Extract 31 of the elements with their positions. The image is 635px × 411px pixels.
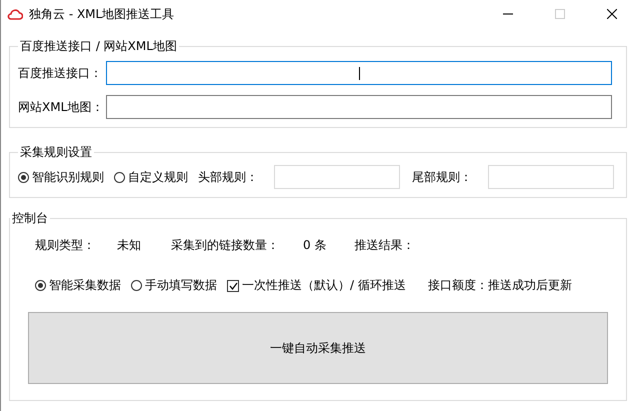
option-label: 自定义规则 [128,168,188,186]
text-cursor [358,66,360,80]
field-label: 尾部规则： [412,168,473,186]
option-label: 智能识别规则 [32,168,104,186]
stat-value: 0 条 [303,236,326,254]
radio-button[interactable] [114,172,125,182]
input-field[interactable] [106,95,612,119]
group-title: 采集规则设置 [19,144,93,161]
option-label: 手动填写数据 [145,277,217,294]
checkbox[interactable] [227,280,239,292]
cloud-icon [7,8,23,20]
close-icon [607,9,617,19]
stat-label: 采集到的链接数量： [171,236,279,254]
maximize-icon [555,9,565,19]
field-label: 百度推送接口： [18,64,103,82]
field-label: 网站XML地图： [18,98,104,116]
group-title: 百度推送接口 / 网站XML地图 [19,38,178,55]
stat-label: 规则类型： [35,236,95,254]
option-label: 智能采集数据 [49,277,121,294]
window-title: 独角云 - XML地图推送工具 [29,6,176,22]
radio-button[interactable] [35,280,46,291]
input-field[interactable] [106,61,612,85]
group-title: 控制台 [11,210,49,227]
auto-collect-push-button[interactable]: 一键自动采集推送 [28,312,608,384]
radio-button[interactable] [18,172,29,182]
field-label: 头部规则： [198,168,259,186]
radio-button[interactable] [131,280,142,291]
checkbox-label: 一次性推送（默认）/ 循环推送 [242,277,406,294]
quota-text: 接口额度：推送成功后更新 [428,277,572,294]
stat-value: 未知 [117,236,141,254]
stat-label: 推送结果： [354,236,414,254]
